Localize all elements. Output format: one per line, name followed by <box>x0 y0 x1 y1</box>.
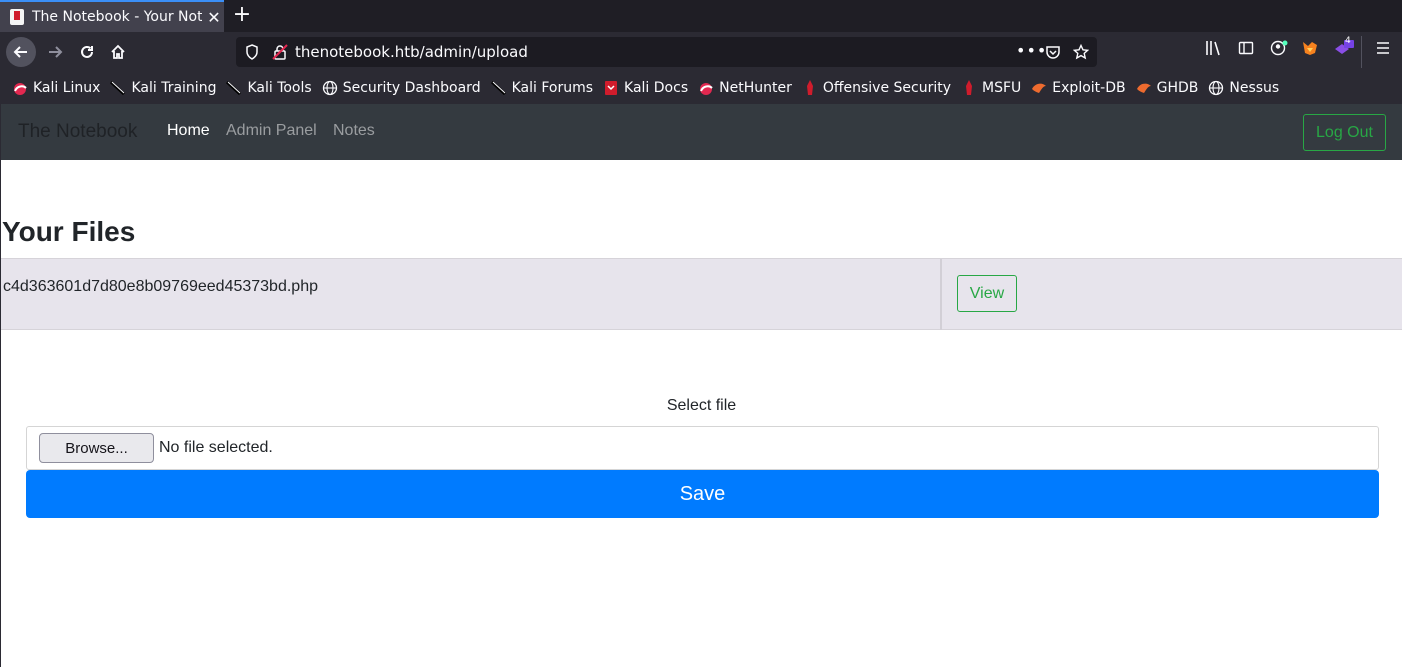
url-bar[interactable]: thenotebook.htb/admin/upload ••• <box>236 37 1097 67</box>
sidebar-icon[interactable] <box>1238 40 1254 60</box>
fox-extension-icon[interactable] <box>1301 40 1319 60</box>
bookmark-offensive-security[interactable]: Offensive Security <box>802 80 951 96</box>
extension-icon[interactable]: 4 <box>1333 36 1355 60</box>
file-name-cell: c4d363601d7d80e8b09769eed45373bd.php <box>3 278 318 295</box>
more-actions-icon[interactable]: ••• <box>1016 41 1047 60</box>
kali-docs-icon <box>603 80 619 96</box>
url-text[interactable]: thenotebook.htb/admin/upload <box>295 43 528 61</box>
nav-home[interactable]: Home <box>167 122 210 140</box>
cell-divider <box>940 259 942 330</box>
shield-icon[interactable] <box>245 44 259 64</box>
new-tab-icon[interactable]: + <box>232 4 252 26</box>
forward-arrow-icon[interactable] <box>40 37 70 67</box>
site-navbar: The Notebook Home Admin Panel Notes Log … <box>1 104 1402 160</box>
exploitdb-icon <box>1136 80 1152 96</box>
account-icon[interactable] <box>1270 40 1288 60</box>
select-file-label: Select file <box>666 397 737 414</box>
file-upload-input[interactable]: Browse... No file selected. <box>26 426 1379 470</box>
bookmark-star-icon[interactable] <box>1072 43 1090 64</box>
tab-bar: The Notebook - Your Notes ✕ + <box>0 0 1402 32</box>
kali-dagger-icon <box>226 80 242 96</box>
bookmark-security-dashboard[interactable]: Security Dashboard <box>322 80 481 96</box>
bookmark-ghdb[interactable]: GHDB <box>1136 80 1198 96</box>
insecure-lock-icon[interactable] <box>272 44 288 64</box>
bookmark-kali-linux[interactable]: Kali Linux <box>12 80 100 96</box>
bookmark-kali-tools[interactable]: Kali Tools <box>226 80 312 96</box>
reload-icon[interactable] <box>72 37 102 67</box>
globe-icon <box>1208 80 1224 96</box>
exploitdb-icon <box>1031 80 1047 96</box>
page-content: The Notebook Home Admin Panel Notes Log … <box>0 104 1402 667</box>
bookmark-kali-docs[interactable]: Kali Docs <box>603 80 688 96</box>
kali-dagger-icon <box>490 80 507 96</box>
extension-badge: 4 <box>1345 36 1351 46</box>
bookmark-exploit-db[interactable]: Exploit-DB <box>1031 80 1126 96</box>
browse-button[interactable]: Browse... <box>39 433 154 463</box>
back-arrow-icon[interactable] <box>6 37 36 67</box>
site-brand[interactable]: The Notebook <box>18 121 137 143</box>
kali-dagger-icon <box>110 80 126 96</box>
files-table: c4d363601d7d80e8b09769eed45373bd.php Vie… <box>1 258 1402 330</box>
notebook-favicon-icon <box>10 9 24 25</box>
kali-dragon-icon <box>698 80 714 96</box>
bookmark-kali-training[interactable]: Kali Training <box>110 80 216 96</box>
bookmark-nessus[interactable]: Nessus <box>1208 80 1279 96</box>
home-icon[interactable] <box>103 37 133 67</box>
menu-icon[interactable] <box>1375 40 1391 60</box>
active-tab[interactable]: The Notebook - Your Notes ✕ <box>0 0 224 32</box>
offsec-icon <box>961 80 977 96</box>
browser-toolbar: thenotebook.htb/admin/upload ••• 4 <box>0 32 1402 72</box>
offsec-icon <box>802 80 818 96</box>
close-icon[interactable]: ✕ <box>206 8 222 27</box>
logout-button[interactable]: Log Out <box>1303 114 1386 151</box>
save-button[interactable]: Save <box>26 470 1379 518</box>
bookmarks-bar: Kali Linux Kali Training Kali Tools Secu… <box>0 72 1402 104</box>
file-status-text: No file selected. <box>159 439 273 456</box>
bookmark-msfu[interactable]: MSFU <box>961 80 1021 96</box>
globe-icon <box>322 80 338 96</box>
nav-admin-panel[interactable]: Admin Panel <box>226 122 317 140</box>
nav-notes[interactable]: Notes <box>333 122 375 140</box>
bookmark-nethunter[interactable]: NetHunter <box>698 80 792 96</box>
kali-dragon-icon <box>12 80 28 96</box>
view-file-button[interactable]: View <box>957 275 1017 312</box>
pocket-icon[interactable] <box>1045 44 1061 64</box>
tab-title: The Notebook - Your Notes <box>32 9 202 25</box>
files-heading: Your Files <box>2 216 136 247</box>
library-icon[interactable] <box>1205 40 1223 60</box>
toolbar-divider <box>1361 36 1362 68</box>
bookmark-kali-forums[interactable]: Kali Forums <box>490 80 593 96</box>
